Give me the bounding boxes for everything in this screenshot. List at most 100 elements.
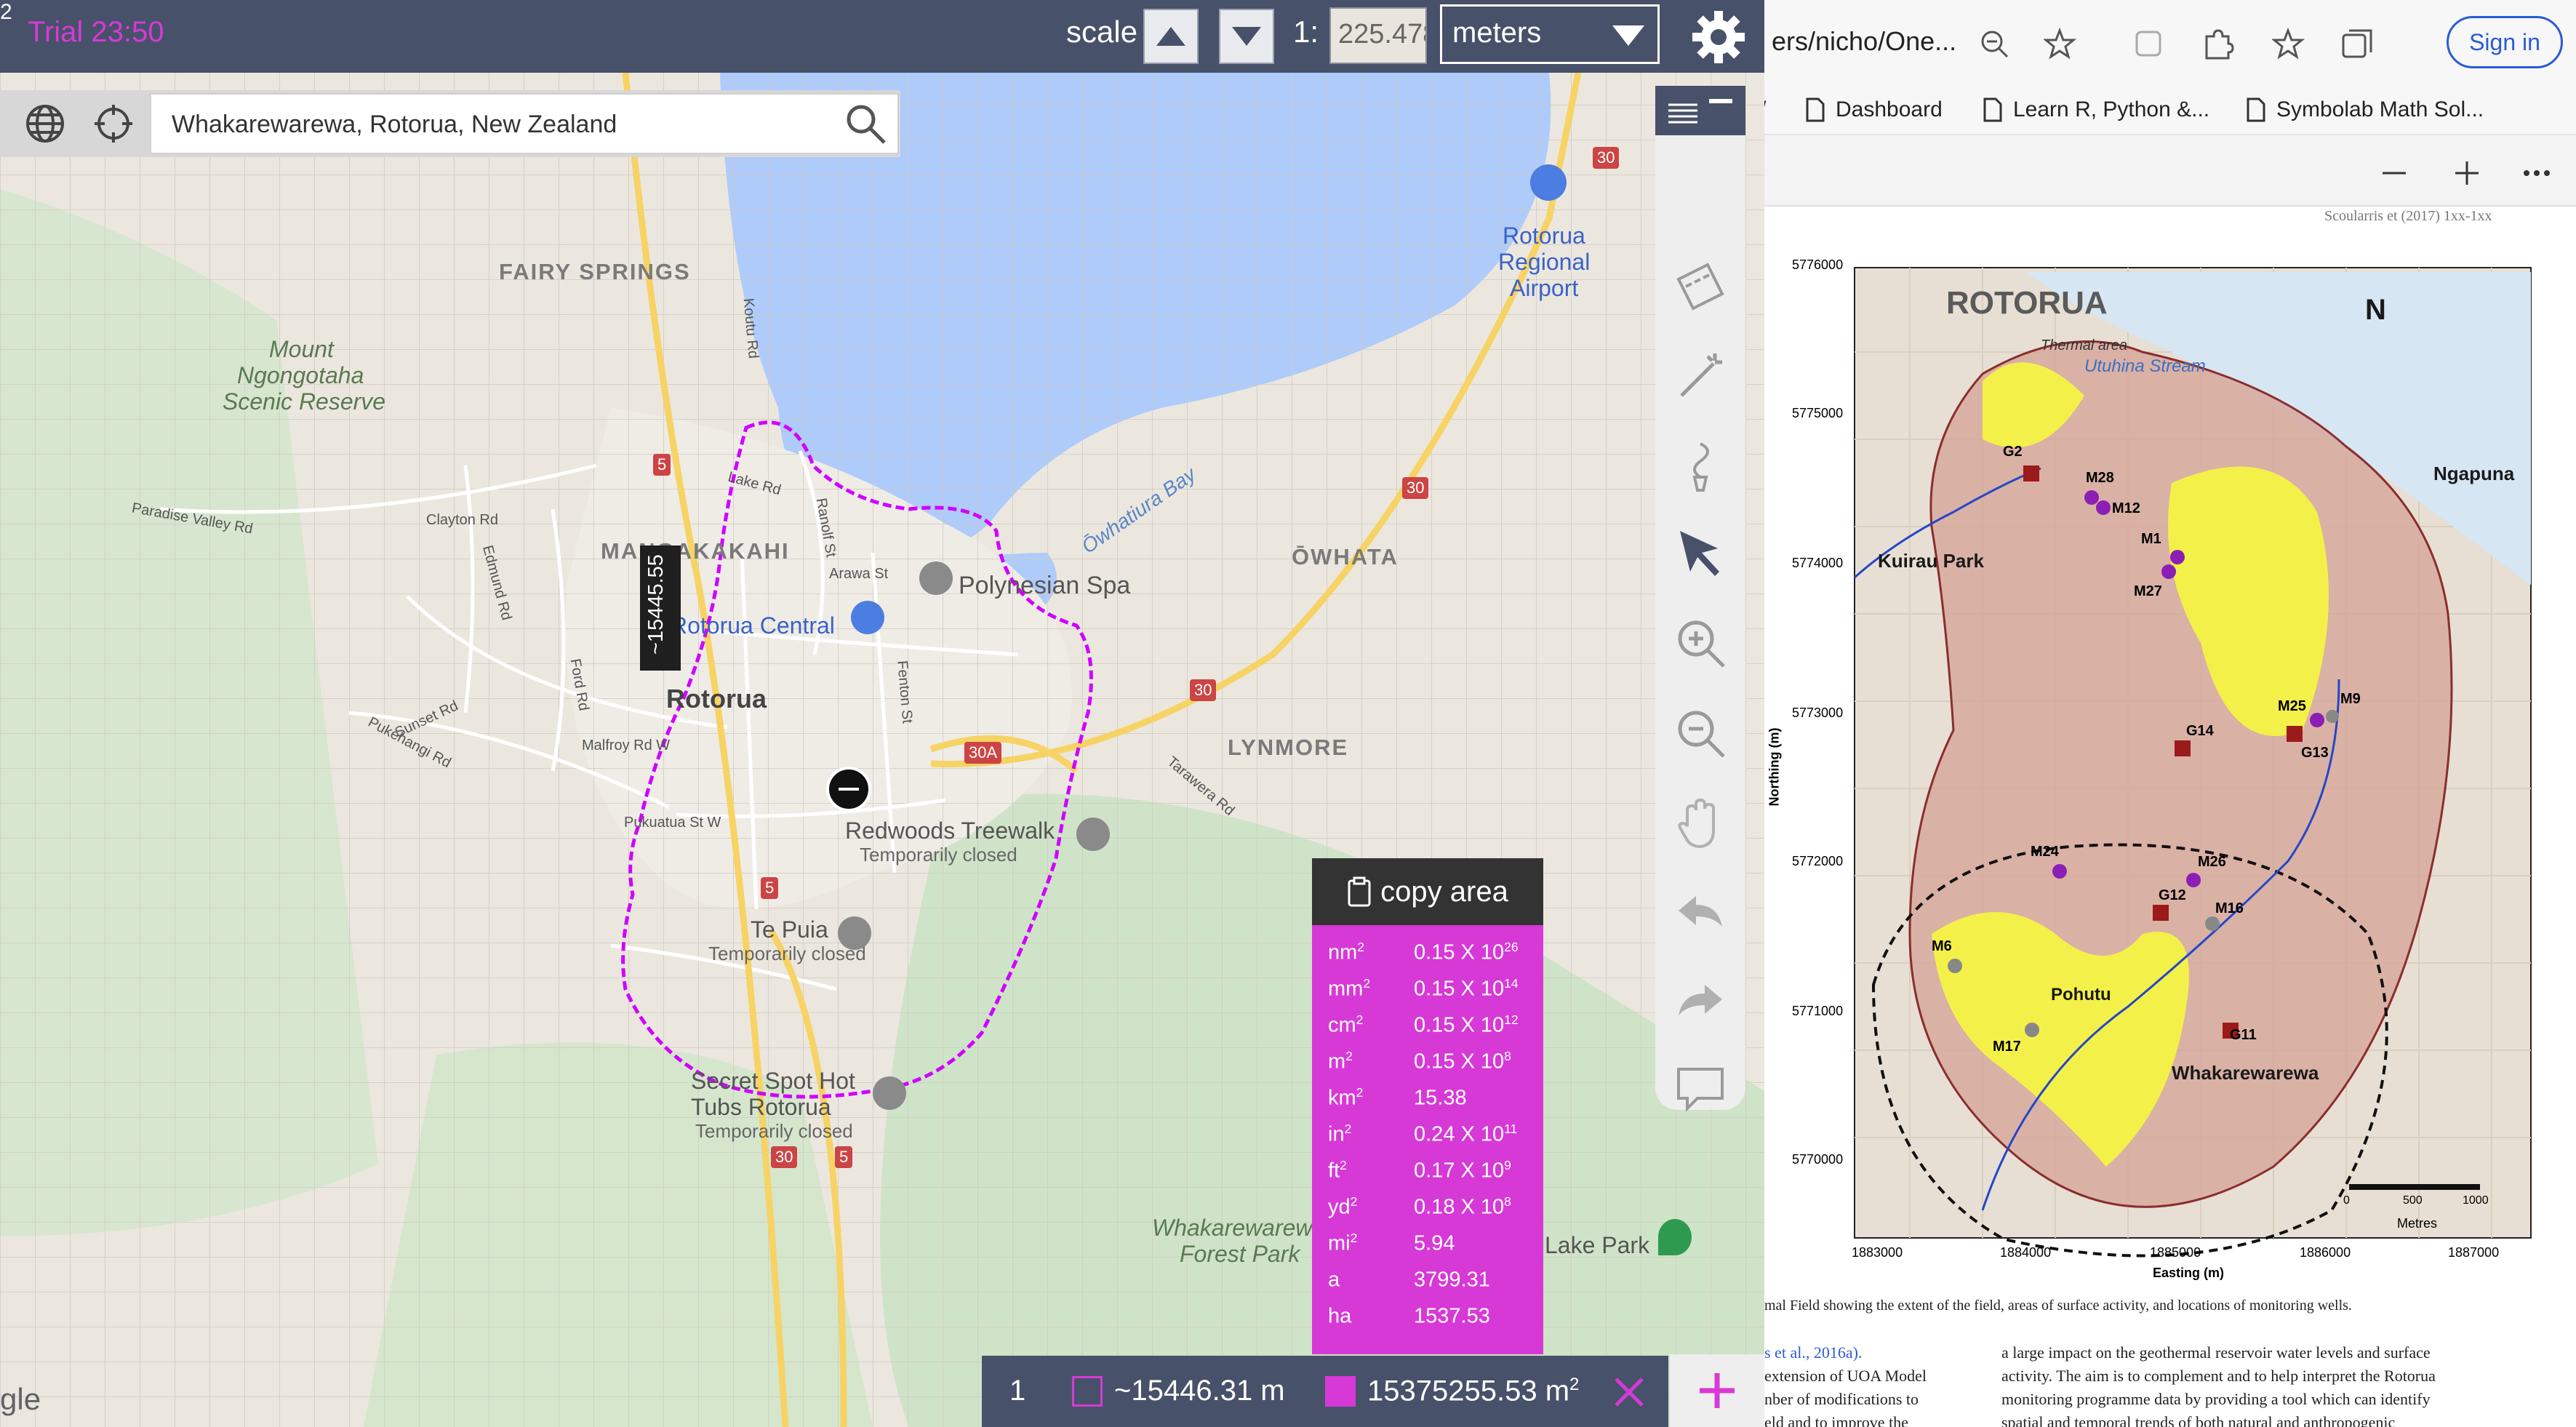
settings-button[interactable] bbox=[1686, 4, 1751, 70]
more-options-icon[interactable] bbox=[2521, 160, 2553, 186]
spa-icon[interactable] bbox=[873, 1076, 906, 1110]
magic-wand-tool[interactable] bbox=[1668, 345, 1732, 409]
well-marker bbox=[2096, 500, 2111, 515]
ruler-tool[interactable] bbox=[1668, 255, 1732, 319]
browser-window: ers/nicho/One... Sign in / Dashboard Lea… bbox=[1764, 0, 2576, 1427]
zoom-in-tool[interactable] bbox=[1668, 611, 1732, 675]
area-row[interactable]: m2 0.15 X 108 bbox=[1328, 1049, 1546, 1085]
region-label-mangakakahi: MANGAKAKAHI bbox=[601, 538, 790, 564]
favorites-icon[interactable] bbox=[2272, 28, 2305, 61]
unit-select[interactable]: meters bbox=[1440, 4, 1660, 64]
body-line: activity. The aim is to complement and t… bbox=[2001, 1367, 2436, 1385]
pen-tool[interactable] bbox=[1668, 433, 1732, 497]
shopping-icon[interactable] bbox=[851, 601, 884, 634]
url-text[interactable]: ers/nicho/One... bbox=[1772, 26, 1956, 57]
place-reserve-line3: Scenic Reserve bbox=[223, 388, 386, 415]
area-row[interactable]: yd2 0.18 X 108 bbox=[1328, 1194, 1546, 1231]
place-redwoods[interactable]: Redwoods Treewalk bbox=[845, 818, 1055, 844]
add-shape-button[interactable] bbox=[1670, 1354, 1764, 1427]
place-secret-spot[interactable]: Secret Spot Hot bbox=[691, 1068, 855, 1095]
body-line: nber of modifications to bbox=[1764, 1390, 1919, 1408]
measure-length-label: ~15445.55 bbox=[640, 545, 681, 671]
undo-icon bbox=[1679, 896, 1722, 927]
area-row[interactable]: cm2 0.15 X 1012 bbox=[1328, 1012, 1546, 1049]
undo-button[interactable] bbox=[1668, 880, 1732, 944]
place-rotorua-central[interactable]: Rotorua Central bbox=[671, 612, 835, 639]
body-line: s et al., 2016a). bbox=[1764, 1343, 1863, 1362]
redo-button[interactable] bbox=[1668, 969, 1732, 1033]
body-line: a large impact on the geothermal reservo… bbox=[2001, 1343, 2431, 1362]
bookmark-dashboard[interactable]: Dashboard bbox=[1805, 86, 1943, 134]
area-unit: ft2 bbox=[1328, 1158, 1347, 1183]
route-shield: 30 bbox=[1593, 147, 1620, 169]
x-axis-label: Easting (m) bbox=[2153, 1266, 2225, 1280]
area-row[interactable]: ft2 0.17 X 109 bbox=[1328, 1158, 1546, 1194]
zoom-icon[interactable] bbox=[1980, 29, 2009, 58]
copy-area-button[interactable]: copy area bbox=[1312, 858, 1543, 925]
body-column-1: s et al., 2016a). extension of UOA Model… bbox=[1764, 1341, 1983, 1427]
label-whakarewarewa: Whakarewarewa bbox=[2172, 1062, 2319, 1084]
y-tick: 5774000 bbox=[1792, 556, 1844, 570]
airplane-icon[interactable] bbox=[1530, 164, 1567, 201]
y-tick: 5771000 bbox=[1792, 1004, 1844, 1018]
search-input[interactable]: Whakarewarewa, Rotorua, New Zealand bbox=[150, 93, 899, 154]
area-conversion-table: nm2 0.15 X 1026 mm2 0.15 X 1014 cm2 0.15 X … bbox=[1312, 925, 1543, 1354]
search-icon[interactable] bbox=[844, 102, 887, 145]
area-value: 0.18 X 108 bbox=[1414, 1194, 1511, 1219]
area-unit: km2 bbox=[1328, 1085, 1364, 1110]
area-row[interactable]: mm2 0.15 X 1014 bbox=[1328, 976, 1546, 1012]
bookmark-symbolab[interactable]: Symbolab Math Sol... bbox=[2246, 86, 2484, 134]
pan-tool[interactable] bbox=[1668, 791, 1732, 855]
minus-icon bbox=[839, 788, 859, 791]
y-tick: 5775000 bbox=[1792, 406, 1844, 420]
map-pin-icon[interactable] bbox=[919, 561, 953, 595]
close-icon[interactable] bbox=[1613, 1376, 1645, 1408]
add-favorite-icon[interactable] bbox=[2044, 28, 2077, 61]
comment-tool[interactable] bbox=[1668, 1058, 1732, 1122]
hamburger-menu-icon[interactable] bbox=[1667, 100, 1699, 125]
sign-in-button[interactable]: Sign in bbox=[2447, 16, 2563, 68]
camera-icon[interactable] bbox=[838, 916, 871, 950]
area-row[interactable]: mi2 5.94 bbox=[1328, 1231, 1546, 1267]
park-icon[interactable] bbox=[1658, 1219, 1692, 1255]
polygon-center-handle[interactable] bbox=[826, 767, 871, 812]
body-line: spatial and temporal trends of both natu… bbox=[2001, 1413, 2396, 1427]
zoom-out-icon[interactable] bbox=[2380, 159, 2409, 188]
area-row[interactable]: in2 0.24 X 1011 bbox=[1328, 1122, 1546, 1158]
clipboard-icon bbox=[1348, 876, 1371, 907]
scale-bar bbox=[2349, 1184, 2480, 1190]
select-tool[interactable] bbox=[1668, 521, 1732, 585]
locate-button[interactable] bbox=[90, 100, 137, 147]
area-value: 1537.53 bbox=[1414, 1304, 1490, 1328]
scale-up-button[interactable] bbox=[1143, 9, 1199, 64]
well-label: M6 bbox=[1932, 938, 1952, 954]
bookmark-learn-r[interactable]: Learn R, Python &... bbox=[1983, 86, 2209, 134]
scale-input[interactable]: 225.478 bbox=[1329, 7, 1427, 64]
well-label: G11 bbox=[2230, 1027, 2257, 1043]
page-icon bbox=[2247, 97, 2265, 122]
place-secret-spot-2[interactable]: Tubs Rotorua bbox=[691, 1094, 831, 1121]
y-tick: 5772000 bbox=[1792, 854, 1844, 868]
area-unit: mm2 bbox=[1328, 976, 1370, 1001]
area-row[interactable]: km2 15.38 bbox=[1328, 1085, 1546, 1122]
zoom-out-tool[interactable] bbox=[1668, 701, 1732, 765]
zoom-in-icon[interactable] bbox=[2452, 159, 2481, 188]
area-row[interactable]: ha 1537.53 bbox=[1328, 1303, 1546, 1340]
area-row[interactable]: nm2 0.15 X 1026 bbox=[1328, 940, 1546, 976]
region-label-lynmore: LYNMORE bbox=[1228, 735, 1349, 760]
scale-down-button[interactable] bbox=[1219, 9, 1274, 64]
well-label: M26 bbox=[2198, 854, 2226, 870]
collections-icon[interactable] bbox=[2340, 28, 2374, 61]
gear-icon bbox=[1692, 11, 1745, 63]
camera-icon[interactable] bbox=[1076, 818, 1110, 851]
extension-icon[interactable] bbox=[2134, 29, 2163, 58]
place-lake-park[interactable]: Lake Park bbox=[1545, 1232, 1649, 1259]
measurement-status-bar: 1 ~15446.31 m 15375255.53 m2 bbox=[982, 1356, 1668, 1427]
place-te-puia[interactable]: Te Puia bbox=[751, 916, 828, 943]
globe-button[interactable] bbox=[22, 100, 68, 147]
bookmark-overflow[interactable]: / bbox=[1764, 86, 1766, 134]
minimize-icon[interactable] bbox=[1706, 96, 1735, 106]
place-polynesian-spa[interactable]: Polynesian Spa bbox=[959, 572, 1130, 600]
area-row[interactable]: a 3799.31 bbox=[1328, 1267, 1546, 1303]
puzzle-icon[interactable] bbox=[2199, 26, 2234, 61]
